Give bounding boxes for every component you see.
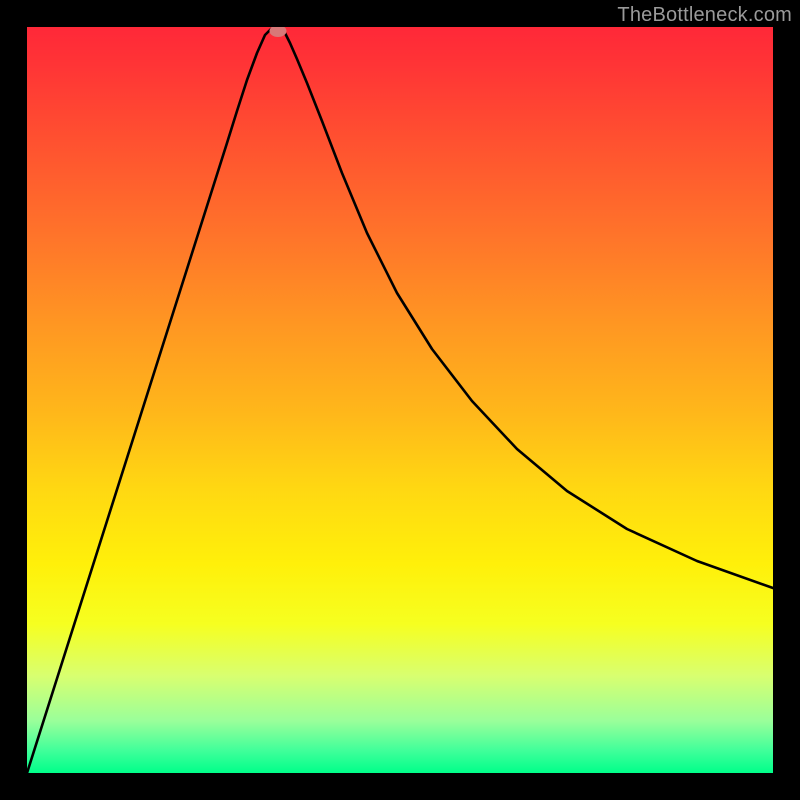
chart-curve-svg (27, 27, 773, 773)
chart-area (27, 27, 773, 773)
bottleneck-curve (27, 27, 773, 773)
watermark-text: TheBottleneck.com (617, 4, 792, 27)
